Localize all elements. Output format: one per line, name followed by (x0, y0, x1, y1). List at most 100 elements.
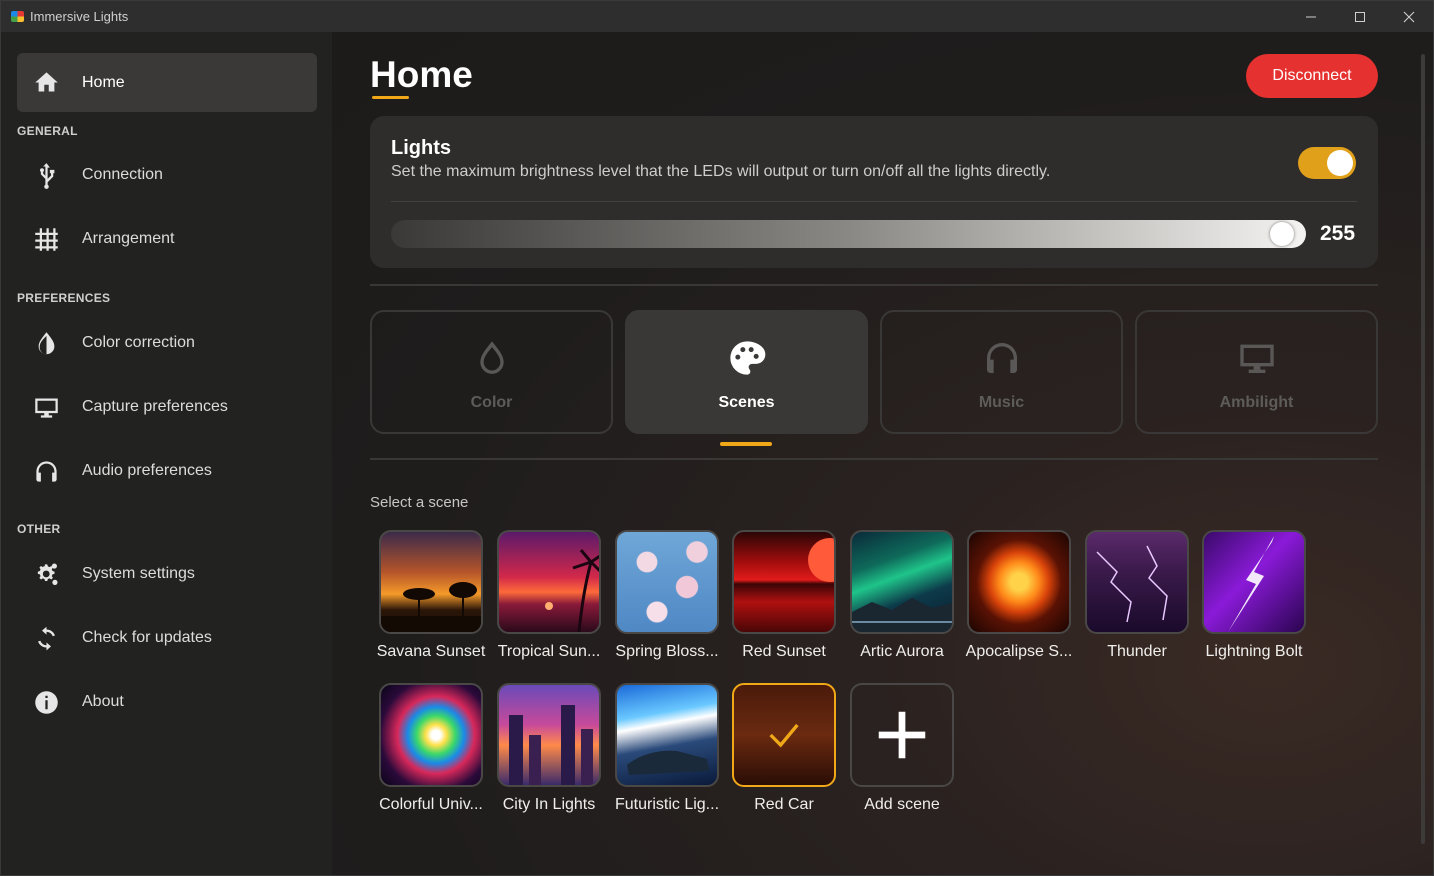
scene-name: Tropical Sun... (497, 643, 601, 660)
scene-name: Artic Aurora (860, 643, 944, 660)
scene-thumbnail (497, 530, 601, 634)
sidebar-item-capture-preferences[interactable]: Capture preferences (17, 382, 317, 432)
tab-label: Music (978, 394, 1025, 411)
select-scene-label: Select a scene (370, 494, 469, 511)
sidebar-item-label: Check for updates (82, 629, 212, 646)
sidebar-item-arrangement[interactable]: Arrangement (17, 214, 317, 264)
scene-thumbnail (850, 530, 954, 634)
divider (370, 458, 1378, 460)
sidebar-item-about[interactable]: About (17, 677, 317, 727)
lights-toggle[interactable] (1298, 147, 1356, 179)
close-button[interactable] (1384, 1, 1433, 32)
section-label-other: OTHER (17, 522, 61, 536)
add-scene-label: Add scene (864, 796, 940, 813)
window-title: Immersive Lights (30, 9, 129, 24)
sidebar-item-label: Home (82, 73, 125, 91)
sidebar-item-label: About (82, 693, 124, 710)
sidebar-item-label: Arrangement (82, 230, 175, 247)
scene-name: Red Car (754, 796, 814, 813)
sidebar-item-system-settings[interactable]: System settings (17, 549, 317, 599)
scene-thumbnail (1202, 530, 1306, 634)
lights-title: Lights (391, 137, 451, 159)
maximize-button[interactable] (1335, 1, 1384, 32)
contrast-drop-icon (31, 328, 61, 358)
add-scene-tile (850, 683, 954, 787)
sidebar: Home GENERAL Connection Arrangement PREF… (1, 32, 332, 875)
toggle-knob (1327, 150, 1353, 176)
tab-color[interactable]: Color (370, 310, 613, 434)
section-label-preferences: PREFERENCES (17, 291, 111, 305)
active-tab-indicator (720, 442, 772, 446)
slider-handle[interactable] (1270, 222, 1294, 246)
add-scene-button[interactable]: Add scene (850, 683, 954, 814)
tab-label: Color (470, 394, 513, 411)
section-label-general: GENERAL (17, 124, 78, 138)
scene-thumbnail (1085, 530, 1189, 634)
minimize-icon (1305, 16, 1316, 17)
sidebar-item-home[interactable]: Home (17, 53, 317, 112)
window-controls (1286, 1, 1433, 32)
disconnect-button[interactable]: Disconnect (1246, 54, 1378, 98)
brightness-slider[interactable] (391, 220, 1306, 248)
scene-spring-blossom[interactable]: Spring Bloss... (615, 530, 719, 661)
scene-tropical-sunset[interactable]: Tropical Sun... (497, 530, 601, 661)
tab-music[interactable]: Music (880, 310, 1123, 434)
headphones-icon (31, 456, 61, 486)
headphones-icon (980, 336, 1024, 380)
scrollbar[interactable] (1421, 54, 1425, 844)
scene-thumbnail (497, 683, 601, 787)
minimize-button[interactable] (1286, 1, 1335, 32)
usb-icon (31, 160, 61, 190)
scene-name: Colorful Univ... (379, 796, 483, 813)
scene-apocalipse-sun[interactable]: Apocalipse S... (965, 530, 1073, 661)
scene-thumbnail (379, 530, 483, 634)
app-window: Immersive Lights Home GENERAL Connection… (0, 0, 1434, 876)
gears-icon (31, 559, 61, 589)
selected-check-icon (734, 685, 834, 785)
grid-icon (31, 224, 61, 254)
refresh-icon (31, 623, 61, 653)
drop-icon (470, 336, 514, 380)
title-bar: Immersive Lights (1, 1, 1433, 32)
home-icon (31, 68, 61, 98)
plus-icon (878, 711, 926, 759)
monitor-icon (1235, 336, 1279, 380)
palette-icon (725, 336, 769, 380)
maximize-icon (1354, 11, 1365, 22)
scene-lightning-bolt[interactable]: Lightning Bolt (1202, 530, 1306, 661)
scene-name: Spring Bloss... (615, 643, 719, 660)
scene-thumbnail (615, 530, 719, 634)
scene-thumbnail (615, 683, 719, 787)
tab-ambilight[interactable]: Ambilight (1135, 310, 1378, 434)
scene-name: Savana Sunset (376, 643, 486, 660)
scene-red-car[interactable]: Red Car (732, 683, 836, 814)
info-icon (31, 687, 61, 717)
scene-red-sunset[interactable]: Red Sunset (732, 530, 836, 661)
page-title: Home (370, 54, 473, 95)
scene-futuristic-lights[interactable]: Futuristic Lig... (615, 683, 719, 814)
lights-card: Lights Set the maximum brightness level … (370, 116, 1378, 268)
sidebar-item-label: System settings (82, 565, 195, 582)
scene-name: Red Sunset (742, 643, 826, 660)
sidebar-item-connection[interactable]: Connection (17, 150, 317, 200)
scene-city-in-lights[interactable]: City In Lights (497, 683, 601, 814)
scene-name: Apocalipse S... (965, 643, 1073, 660)
scene-artic-aurora[interactable]: Artic Aurora (850, 530, 954, 661)
brightness-value: 255 (1320, 222, 1356, 245)
sidebar-item-label: Color correction (82, 334, 195, 351)
sidebar-item-check-for-updates[interactable]: Check for updates (17, 613, 317, 663)
sidebar-item-color-correction[interactable]: Color correction (17, 318, 317, 368)
close-icon (1403, 11, 1414, 22)
tab-scenes[interactable]: Scenes (625, 310, 868, 434)
sidebar-item-audio-preferences[interactable]: Audio preferences (17, 446, 317, 496)
scene-thunder[interactable]: Thunder (1085, 530, 1189, 661)
scene-name: Thunder (1107, 643, 1167, 660)
scene-thumbnail (379, 683, 483, 787)
sidebar-item-label: Connection (82, 166, 163, 183)
scene-savana-sunset[interactable]: Savana Sunset (376, 530, 486, 661)
monitor-icon (31, 392, 61, 422)
main-content: Home Disconnect Lights Set the maximum b… (332, 32, 1433, 875)
scene-thumbnail-selected (732, 683, 836, 787)
scene-colorful-universe[interactable]: Colorful Univ... (379, 683, 483, 814)
lights-description: Set the maximum brightness level that th… (391, 163, 1051, 180)
